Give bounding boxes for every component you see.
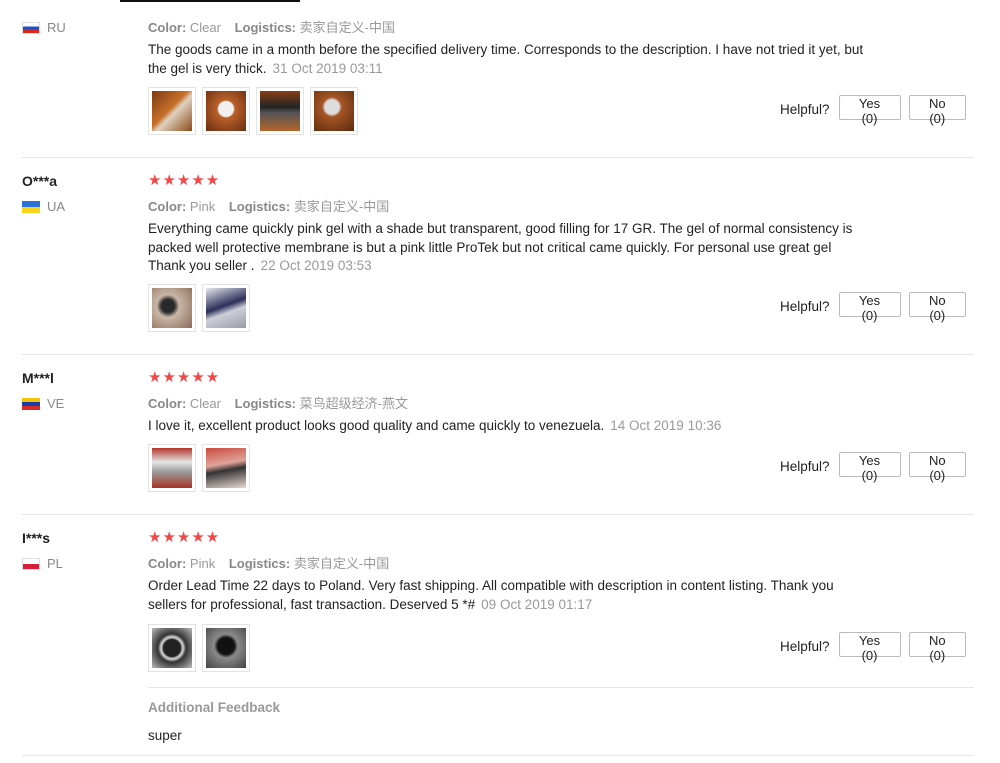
review-photos [148,284,250,332]
flag-ru-icon [22,21,40,34]
buyer-country: PL [22,556,63,571]
review-photo-thumb[interactable] [148,444,196,492]
review-text: Everything came quickly pink gel with a … [148,221,853,273]
flag-ua-icon [22,200,40,213]
order-info: Color: Clear Logistics: 卖家自定义-中国 [148,20,395,35]
flag-pl-icon [22,557,40,570]
review-text: The goods came in a month before the spe… [148,42,864,76]
buyer-country: RU [22,20,66,35]
review-date: 09 Oct 2019 01:17 [481,596,593,612]
review-item: RU Color: Clear Logistics: 卖家自定义-中国 The … [22,0,974,157]
helpful-yes-button[interactable]: Yes (0) [838,95,901,126]
flag-ve-icon [22,397,40,410]
review-photo-thumb[interactable] [310,87,358,135]
review-photo-thumb[interactable] [148,284,196,332]
review-photo-thumb[interactable] [148,624,196,672]
helpful-no-button[interactable]: No (0) [908,292,966,323]
helpful-no-button[interactable]: No (0) [908,632,966,663]
helpful-yes-button[interactable]: Yes (0) [838,292,901,323]
review-photo-thumb[interactable] [148,87,196,135]
helpful-vote: Helpful? Yes (0) No (0) [780,452,974,483]
helpful-vote: Helpful? Yes (0) No (0) [780,95,974,126]
helpful-no-button[interactable]: No (0) [908,95,966,126]
review-photo-thumb[interactable] [202,624,250,672]
review-text: Order Lead Time 22 days to Poland. Very … [148,578,834,612]
additional-feedback-title: Additional Feedback [148,700,281,715]
review-divider [22,755,974,756]
review-photo-thumb[interactable] [202,284,250,332]
review-date: 14 Oct 2019 10:36 [610,418,722,433]
review-photos [148,444,250,492]
helpful-vote: Helpful? Yes (0) No (0) [780,292,974,323]
review-text: I love it, excellent product looks good … [148,418,722,433]
additional-feedback-text: super [148,728,182,743]
star-rating: ★★★★★ [148,529,221,546]
review-photo-thumb[interactable] [202,444,250,492]
star-rating: ★★★★★ [148,172,221,189]
helpful-vote: Helpful? Yes (0) No (0) [780,632,974,663]
review-date: 22 Oct 2019 03:53 [260,258,372,273]
review-item: M***l VE ★★★★★ Color: Clear Logistics: 菜… [22,355,974,514]
buyer-name: M***l [22,370,54,386]
buyer-name: I***s [22,530,51,546]
buyer-country: UA [22,199,65,214]
star-rating: ★★★★★ [148,369,221,386]
order-info: Color: Pink Logistics: 卖家自定义-中国 [148,556,390,571]
review-photos [148,87,358,135]
helpful-no-button[interactable]: No (0) [908,452,966,483]
review-photos [148,624,250,672]
helpful-yes-button[interactable]: Yes (0) [838,452,901,483]
order-info: Color: Clear Logistics: 菜鸟超级经济-燕文 [148,396,408,411]
buyer-country: VE [22,396,64,411]
order-info: Color: Pink Logistics: 卖家自定义-中国 [148,199,390,214]
review-item: I***s PL ★★★★★ Color: Pink Logistics: 卖家… [22,515,974,755]
review-item: O***a UA ★★★★★ Color: Pink Logistics: 卖家… [22,158,974,354]
review-date: 31 Oct 2019 03:11 [272,60,383,76]
review-photo-thumb[interactable] [256,87,304,135]
buyer-name: O***a [22,173,58,189]
helpful-yes-button[interactable]: Yes (0) [838,632,901,663]
review-photo-thumb[interactable] [202,87,250,135]
additional-feedback-divider [148,687,974,688]
